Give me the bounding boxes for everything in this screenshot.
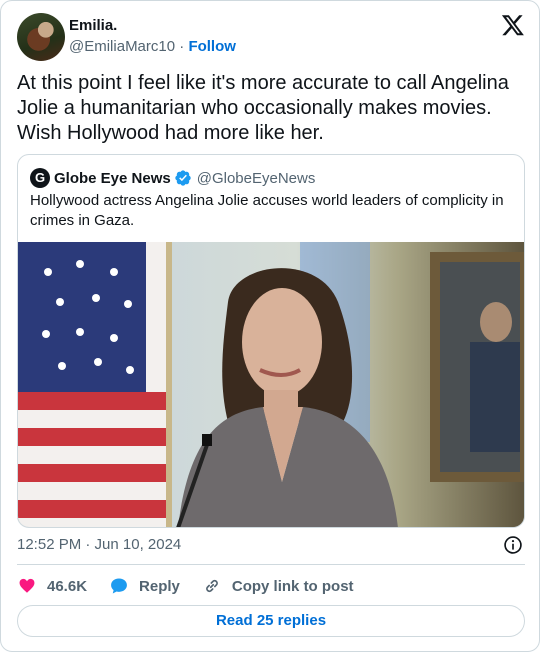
reply-label: Reply bbox=[139, 577, 180, 595]
quoted-tweet[interactable]: G Globe Eye News @GlobeEyeNews Hollywood… bbox=[17, 154, 525, 528]
reply-bubble-icon bbox=[111, 578, 127, 594]
quoted-display-name: Globe Eye News bbox=[54, 169, 171, 187]
quoted-text: Hollywood actress Angelina Jolie accuses… bbox=[30, 192, 504, 229]
handle-separator: · bbox=[179, 38, 185, 55]
author-name-block: Emilia. @EmiliaMarc10 · Follow bbox=[69, 16, 236, 57]
follow-button[interactable]: Follow bbox=[188, 38, 236, 55]
heart-icon bbox=[19, 578, 35, 593]
link-icon bbox=[206, 579, 218, 593]
tweet-text: At this point I feel like it's more accu… bbox=[17, 72, 509, 144]
quoted-header: G Globe Eye News @GlobeEyeNews bbox=[30, 168, 315, 188]
actions-divider bbox=[17, 564, 525, 565]
author-avatar[interactable] bbox=[17, 13, 65, 61]
author-handle[interactable]: @EmiliaMarc10 bbox=[69, 38, 175, 55]
x-logo-icon[interactable] bbox=[501, 13, 525, 37]
quoted-photo[interactable] bbox=[18, 242, 524, 528]
tweet-header: Emilia. @EmiliaMarc10 · Follow bbox=[17, 13, 525, 63]
copy-link-action[interactable]: Copy link to post bbox=[202, 576, 354, 596]
copy-link-label: Copy link to post bbox=[231, 577, 354, 595]
read-replies-button[interactable]: Read 25 replies bbox=[17, 605, 525, 637]
tweet-timestamp[interactable]: 12:52 PM · Jun 10, 2024 bbox=[17, 535, 181, 555]
like-action[interactable]: 46.6K bbox=[17, 576, 87, 596]
author-handle-row: @EmiliaMarc10 · Follow bbox=[69, 37, 236, 57]
verified-badge-icon bbox=[175, 170, 191, 186]
tweet-actions: 46.6K Reply Copy link to post bbox=[17, 574, 376, 598]
reply-action[interactable]: Reply bbox=[109, 576, 180, 596]
quoted-avatar: G bbox=[30, 168, 50, 188]
embedded-tweet-card: Emilia. @EmiliaMarc10 · Follow At this p… bbox=[0, 0, 540, 652]
author-display-name[interactable]: Emilia. bbox=[69, 16, 236, 35]
like-count: 46.6K bbox=[47, 577, 88, 595]
info-icon[interactable] bbox=[503, 535, 523, 555]
quoted-handle: @GlobeEyeNews bbox=[196, 169, 316, 187]
